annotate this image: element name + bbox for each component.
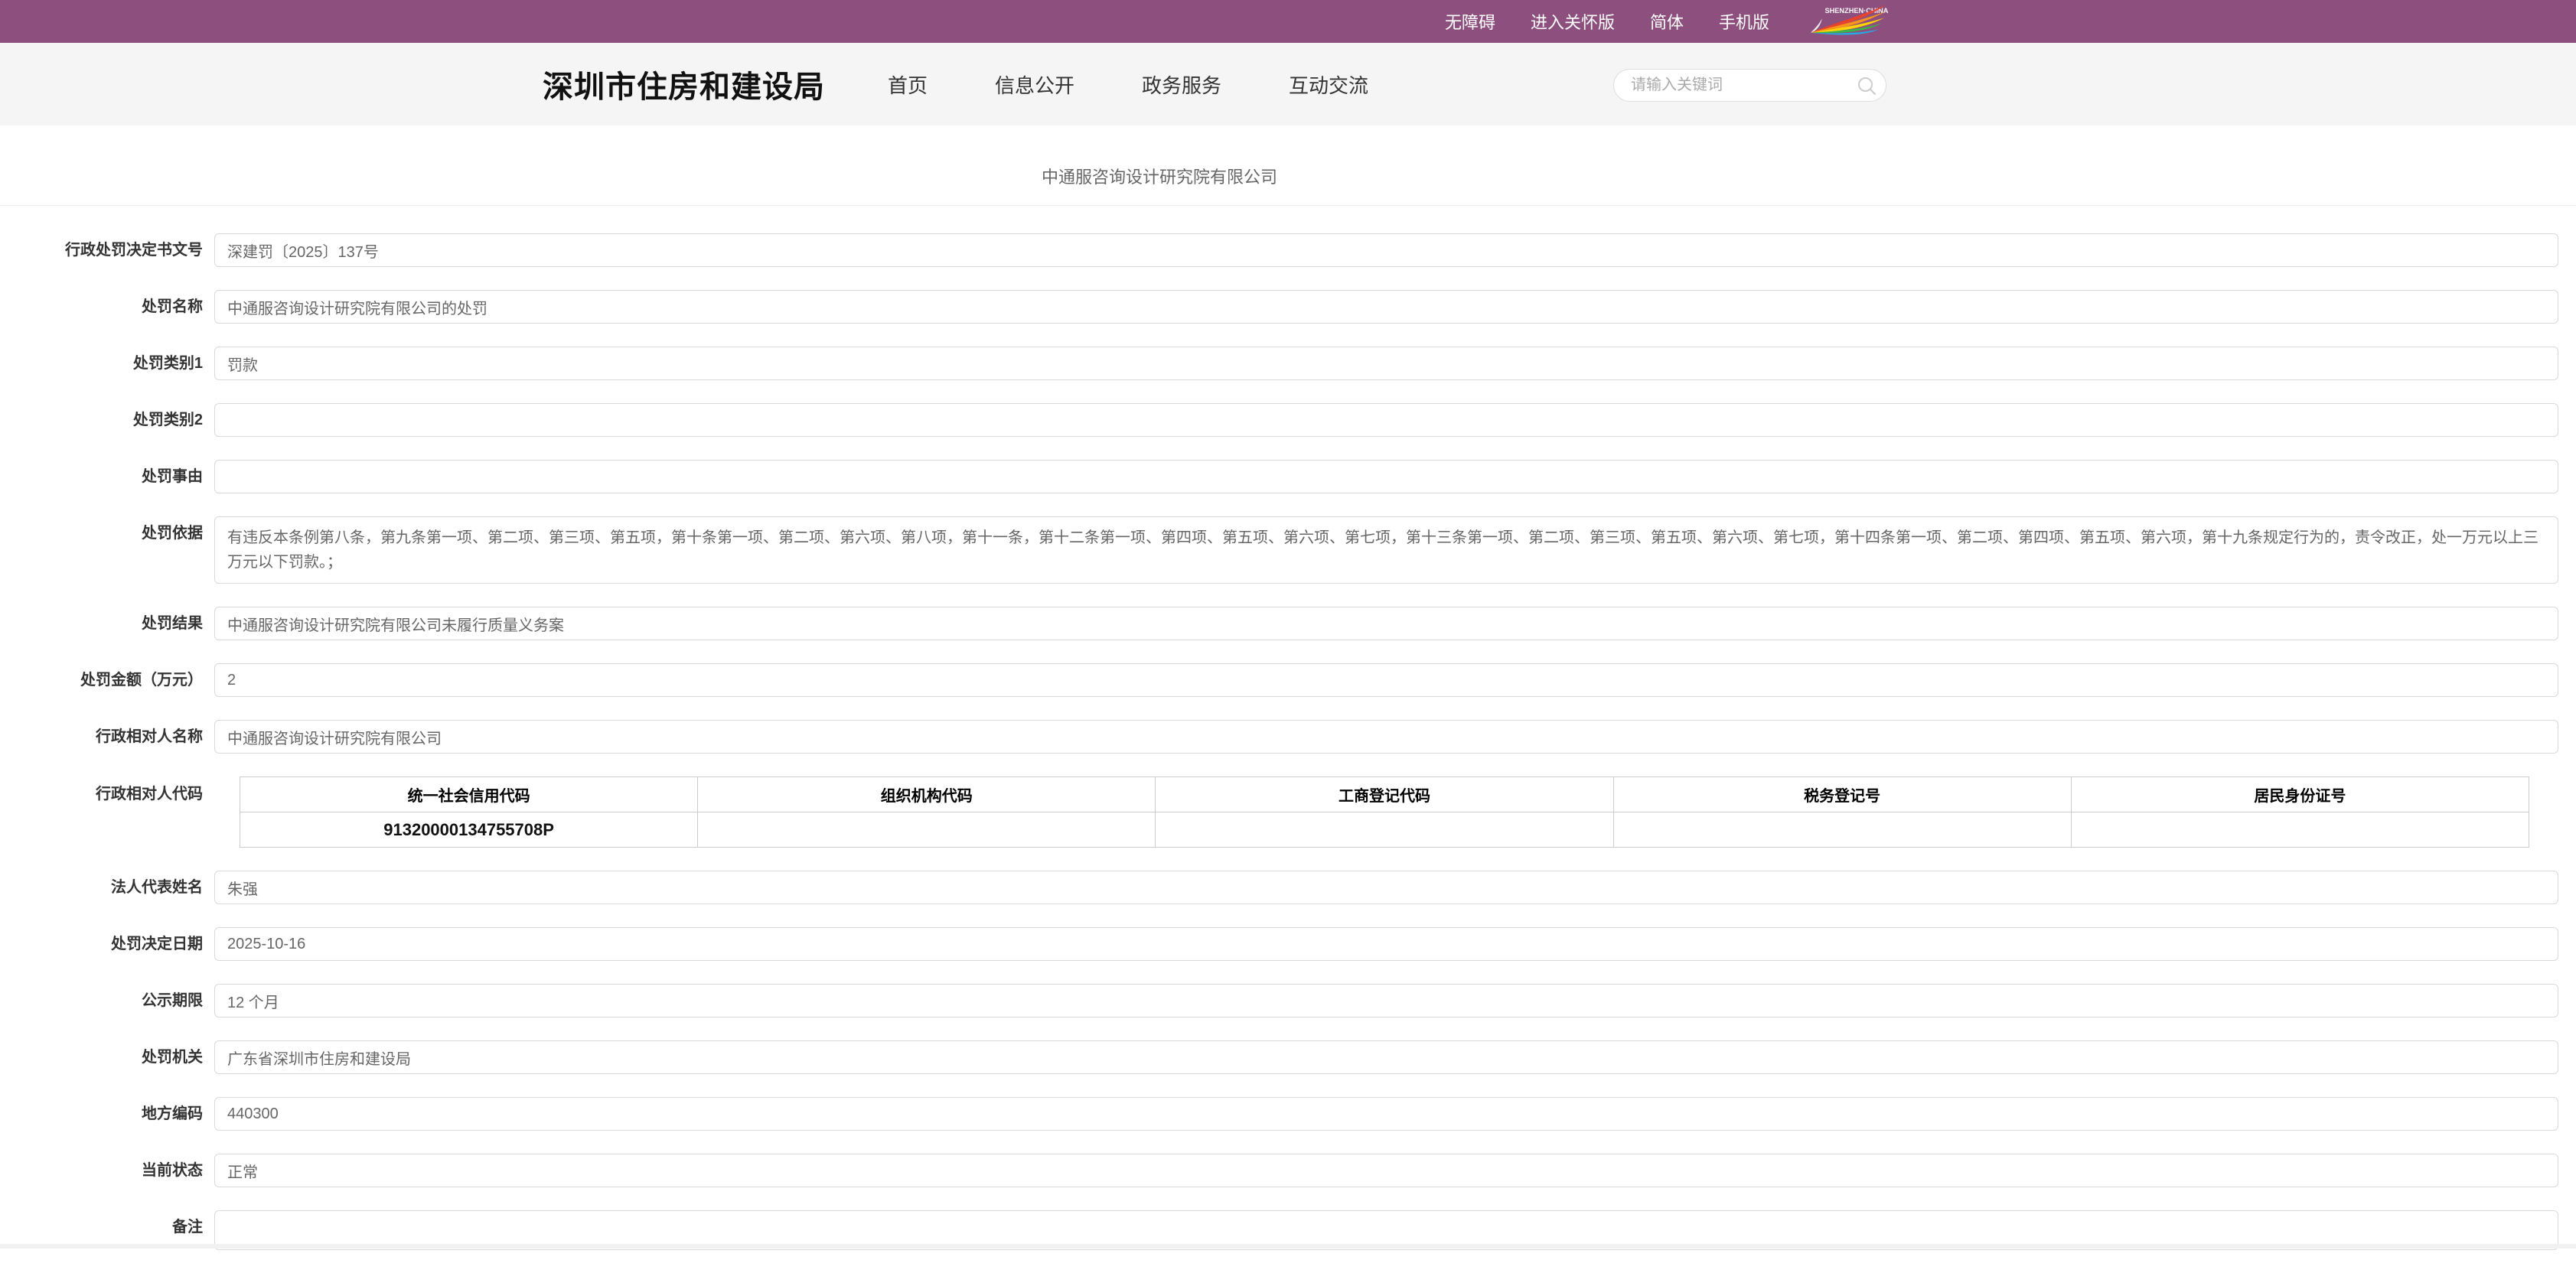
penalty-reason-label: 处罚事由 bbox=[0, 460, 214, 493]
topbar-link-1[interactable]: 进入关怀版 bbox=[1531, 9, 1615, 34]
code-table-cell-2 bbox=[1156, 812, 1613, 848]
form-rows-top: 行政处罚决定书文号处罚名称处罚类别1 处罚类别2 处罚事由处罚依据有违反本条例第八条… bbox=[0, 233, 2576, 754]
penalty-decision-date-row: 处罚决定日期 bbox=[0, 927, 2558, 961]
party-name-row: 行政相对人名称 bbox=[0, 720, 2558, 754]
penalty-form: 行政处罚决定书文号处罚名称处罚类别1 处罚类别2 处罚事由处罚依据有违反本条例第八条… bbox=[0, 206, 2576, 1250]
topbar-link-2[interactable]: 简体 bbox=[1650, 9, 1684, 34]
party-code-row: 行政相对人代码 统一社会信用代码组织机构代码工商登记代码税务登记号居民身份证号 … bbox=[0, 776, 2558, 848]
topbar-link-0[interactable]: 无障碍 bbox=[1445, 9, 1495, 34]
penalty-category-1-label: 处罚类别1 bbox=[0, 347, 214, 380]
rainbow-wing-logo[interactable]: SHENZHEN·CHINA bbox=[1805, 3, 1890, 40]
code-table-cell-4 bbox=[2071, 812, 2529, 848]
current-status-input[interactable] bbox=[214, 1154, 2558, 1187]
penalty-result-row: 处罚结果 bbox=[0, 607, 2558, 640]
topbar: 无障碍 进入关怀版 简体 手机版 SHENZHEN·CHINA bbox=[0, 0, 2576, 43]
search-box bbox=[1613, 69, 1886, 102]
penalty-basis-row: 处罚依据有违反本条例第八条，第九条第一项、第二项、第三项、第五项，第十条第一项、… bbox=[0, 516, 2558, 584]
local-code-input[interactable] bbox=[214, 1097, 2558, 1131]
penalty-category-2-input[interactable] bbox=[214, 403, 2558, 437]
party-name-input[interactable] bbox=[214, 720, 2558, 754]
penalty-result-input[interactable] bbox=[214, 607, 2558, 640]
local-code-label: 地方编码 bbox=[0, 1097, 214, 1131]
form-rows-bottom: 法人代表姓名处罚决定日期公示期限处罚机关地方编码当前状态备注 bbox=[0, 871, 2576, 1250]
penalty-category-2-row: 处罚类别2 bbox=[0, 403, 2558, 437]
penalty-reason-row: 处罚事由 bbox=[0, 460, 2558, 493]
main-content: 中通服咨询设计研究院有限公司 行政处罚决定书文号处罚名称处罚类别1 处罚类别2 处罚… bbox=[0, 125, 2576, 1273]
penalty-basis-input[interactable]: 有违反本条例第八条，第九条第一项、第二项、第三项、第五项，第十条第一项、第二项、… bbox=[214, 516, 2558, 584]
legal-rep-name-label: 法人代表姓名 bbox=[0, 871, 214, 904]
penalty-category-1-input[interactable] bbox=[214, 347, 2558, 380]
penalty-authority-input[interactable] bbox=[214, 1040, 2558, 1074]
topbar-link-3[interactable]: 手机版 bbox=[1719, 9, 1769, 34]
penalty-amount-input[interactable] bbox=[214, 663, 2558, 697]
local-code-row: 地方编码 bbox=[0, 1097, 2558, 1131]
code-table-header-1: 组织机构代码 bbox=[698, 777, 1156, 812]
penalty-name-row: 处罚名称 bbox=[0, 290, 2558, 324]
legal-rep-name-row: 法人代表姓名 bbox=[0, 871, 2558, 904]
penalty-doc-number-row: 行政处罚决定书文号 bbox=[0, 233, 2558, 267]
publicity-period-label: 公示期限 bbox=[0, 984, 214, 1017]
penalty-doc-number-input[interactable] bbox=[214, 233, 2558, 267]
code-table-header-4: 居民身份证号 bbox=[2071, 777, 2529, 812]
code-table-cell-3 bbox=[1613, 812, 2071, 848]
nav-item-3[interactable]: 互动交流 bbox=[1289, 70, 1368, 99]
penalty-amount-row: 处罚金额（万元） bbox=[0, 663, 2558, 697]
current-status-label: 当前状态 bbox=[0, 1154, 214, 1187]
penalty-amount-label: 处罚金额（万元） bbox=[0, 663, 214, 697]
site-title: 深圳市住房和建设局 bbox=[543, 62, 825, 106]
party-name-label: 行政相对人名称 bbox=[0, 720, 214, 754]
code-table-header-3: 税务登记号 bbox=[1613, 777, 2071, 812]
penalty-authority-row: 处罚机关 bbox=[0, 1040, 2558, 1074]
code-table-header-0: 统一社会信用代码 bbox=[240, 777, 698, 812]
search-input[interactable] bbox=[1629, 76, 1857, 95]
party-code-table: 统一社会信用代码组织机构代码工商登记代码税务登记号居民身份证号 91320000… bbox=[240, 776, 2529, 848]
remarks-label: 备注 bbox=[0, 1210, 214, 1244]
penalty-decision-date-label: 处罚决定日期 bbox=[0, 927, 214, 961]
search-icon[interactable] bbox=[1857, 76, 1877, 96]
nav-item-1[interactable]: 信息公开 bbox=[995, 70, 1074, 99]
penalty-name-input[interactable] bbox=[214, 290, 2558, 324]
penalty-basis-label: 处罚依据 bbox=[0, 516, 214, 550]
code-table-cell-1 bbox=[698, 812, 1156, 848]
nav-item-2[interactable]: 政务服务 bbox=[1142, 70, 1221, 99]
publicity-period-input[interactable] bbox=[214, 984, 2558, 1017]
main-nav: 首页 信息公开 政务服务 互动交流 bbox=[888, 43, 1368, 125]
current-status-row: 当前状态 bbox=[0, 1154, 2558, 1187]
penalty-name-label: 处罚名称 bbox=[0, 290, 214, 324]
code-table-header-2: 工商登记代码 bbox=[1156, 777, 1613, 812]
code-table-cell-0: 91320000134755708P bbox=[240, 812, 698, 848]
penalty-category-1-row: 处罚类别1 bbox=[0, 347, 2558, 380]
penalty-category-2-label: 处罚类别2 bbox=[0, 403, 214, 437]
page-title: 中通服咨询设计研究院有限公司 bbox=[0, 125, 2319, 205]
penalty-doc-number-label: 行政处罚决定书文号 bbox=[0, 233, 214, 267]
party-code-label: 行政相对人代码 bbox=[0, 776, 214, 812]
nav-item-0[interactable]: 首页 bbox=[888, 70, 928, 99]
site-header: 深圳市住房和建设局 首页 信息公开 政务服务 互动交流 bbox=[0, 43, 2576, 125]
penalty-authority-label: 处罚机关 bbox=[0, 1040, 214, 1074]
footer-strip bbox=[0, 1244, 2576, 1249]
topbar-links: 无障碍 进入关怀版 简体 手机版 bbox=[1445, 9, 1769, 34]
penalty-decision-date-input[interactable] bbox=[214, 927, 2558, 961]
penalty-result-label: 处罚结果 bbox=[0, 607, 214, 640]
legal-rep-name-input[interactable] bbox=[214, 871, 2558, 904]
penalty-reason-input[interactable] bbox=[214, 460, 2558, 493]
publicity-period-row: 公示期限 bbox=[0, 984, 2558, 1017]
